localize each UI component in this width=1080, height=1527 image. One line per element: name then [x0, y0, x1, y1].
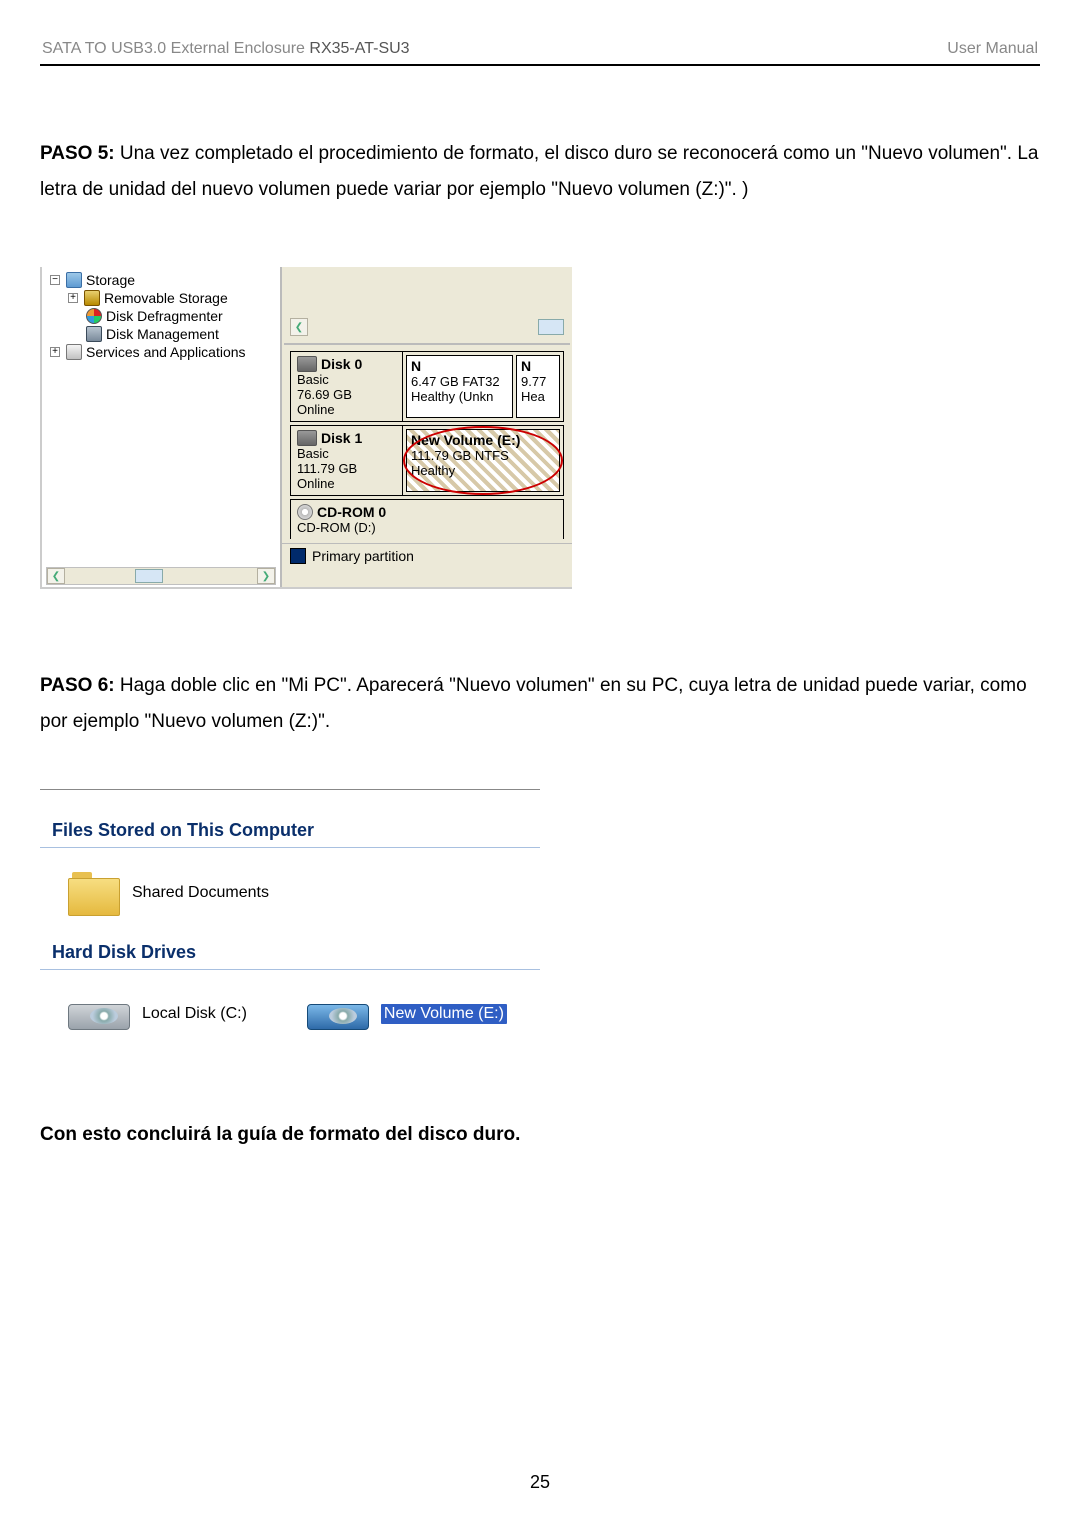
mc-section-hdd: Hard Disk Drives	[40, 938, 540, 970]
disk-management-figure: − Storage + Removable Storage Disk Defra…	[40, 267, 572, 589]
tree-label: Storage	[86, 271, 135, 289]
dm-disk-pane: ❮ Disk 0 Basic 76.69 GB Online N	[280, 267, 572, 587]
hard-drive-icon	[68, 994, 128, 1034]
vol-status: Healthy (Unkn	[411, 389, 508, 404]
disk0-status: Online	[297, 402, 396, 417]
disk1-info: Disk 1 Basic 111.79 GB Online	[291, 426, 403, 495]
tree-node-storage[interactable]: − Storage	[50, 271, 276, 289]
figure-top-rule	[40, 789, 540, 790]
disk1-title: Disk 1	[321, 430, 362, 446]
cdrom-icon	[297, 504, 313, 520]
conclusion-paragraph: Con esto concluirá la guía de formato de…	[40, 1117, 1040, 1153]
cdrom-title: CD-ROM 0	[317, 504, 386, 520]
disk-icon	[297, 430, 317, 446]
my-computer-figure: Files Stored on This Computer Shared Doc…	[40, 816, 540, 1058]
vol-status: Healthy	[411, 463, 555, 478]
disk0-title: Disk 0	[321, 356, 362, 372]
mc-item-local-disk[interactable]: Local Disk (C:)	[68, 994, 247, 1034]
removable-storage-icon	[84, 290, 100, 306]
step6-paragraph: PASO 6: Haga doble clic en "Mi PC". Apar…	[40, 668, 1040, 740]
page-header: SATA TO USB3.0 External Enclosure RX35-A…	[40, 40, 1040, 58]
scroll-left-button[interactable]: ❮	[47, 568, 65, 584]
cdrom-info: CD-ROM 0 CD-ROM (D:)	[291, 500, 403, 539]
scroll-right-button[interactable]: ❯	[257, 568, 275, 584]
disk1-new-volume[interactable]: New Volume (E:) 111.79 GB NTFS Healthy	[406, 429, 560, 492]
legend-swatch-icon	[290, 548, 306, 564]
disk0-vol2[interactable]: N 9.77 Hea	[516, 355, 560, 418]
step6-text: Haga doble clic en "Mi PC". Aparecerá "N…	[40, 675, 1027, 732]
mc-item-shared-docs[interactable]: Shared Documents	[68, 872, 540, 914]
tree-horizontal-scrollbar[interactable]: ❮ ❯	[46, 567, 276, 585]
vol-title: New Volume (E:)	[411, 432, 555, 448]
mc-item-new-volume[interactable]: New Volume (E:)	[307, 994, 507, 1034]
disk1-size: 111.79 GB	[297, 461, 396, 476]
mc-section-files: Files Stored on This Computer	[40, 816, 540, 848]
header-product: SATA TO USB3.0 External Enclosure	[42, 40, 305, 57]
services-icon	[66, 344, 82, 360]
page-number: 25	[0, 1472, 1080, 1493]
tree-node-defrag[interactable]: Disk Defragmenter	[86, 307, 276, 325]
header-left: SATA TO USB3.0 External Enclosure RX35-A…	[42, 40, 410, 58]
tree-node-removable[interactable]: + Removable Storage	[68, 289, 276, 307]
disk0-row: Disk 0 Basic 76.69 GB Online N 6.47 GB F…	[290, 351, 564, 422]
tree-label: Services and Applications	[86, 343, 246, 361]
vol-size: 111.79 GB NTFS	[411, 448, 555, 463]
disk0-vol1[interactable]: N 6.47 GB FAT32 Healthy (Unkn	[406, 355, 513, 418]
header-rule	[40, 64, 1040, 66]
header-right: User Manual	[947, 40, 1038, 58]
vol-size: 9.77	[521, 374, 555, 389]
vol-title: N	[521, 358, 555, 374]
step5-label: PASO 5:	[40, 143, 115, 164]
disk0-type: Basic	[297, 372, 396, 387]
scroll-thumb[interactable]	[135, 569, 163, 583]
tree-node-diskmgmt[interactable]: Disk Management	[86, 325, 276, 343]
header-model: RX35-AT-SU3	[309, 40, 409, 57]
disk-icon	[297, 356, 317, 372]
disk1-type: Basic	[297, 446, 396, 461]
scroll-left-button[interactable]: ❮	[290, 318, 308, 336]
mc-label-shared: Shared Documents	[132, 884, 269, 902]
cdrom-letter: CD-ROM (D:)	[297, 520, 397, 535]
tree-label: Disk Management	[106, 325, 219, 343]
disk-management-icon	[86, 326, 102, 342]
expand-icon[interactable]: +	[68, 293, 78, 303]
tree-node-services[interactable]: + Services and Applications	[50, 343, 276, 361]
disk0-size: 76.69 GB	[297, 387, 396, 402]
dm-horizontal-scrollbar[interactable]: ❮	[290, 317, 564, 337]
disk1-status: Online	[297, 476, 396, 491]
vol-size: 6.47 GB FAT32	[411, 374, 508, 389]
tree-label: Removable Storage	[104, 289, 228, 307]
cdrom-row: CD-ROM 0 CD-ROM (D:)	[290, 499, 564, 539]
folder-icon	[68, 872, 118, 914]
disk1-row: Disk 1 Basic 111.79 GB Online New Volume…	[290, 425, 564, 496]
storage-icon	[66, 272, 82, 288]
mc-label-newvolume: New Volume (E:)	[381, 1004, 507, 1024]
tree-label: Disk Defragmenter	[106, 307, 223, 325]
vol-status: Hea	[521, 389, 555, 404]
conclusion-text: Con esto concluirá la guía de formato de…	[40, 1124, 520, 1145]
defragmenter-icon	[86, 308, 102, 324]
step6-label: PASO 6:	[40, 675, 115, 696]
vol-title: N	[411, 358, 508, 374]
scroll-thumb[interactable]	[538, 319, 564, 335]
mc-label-localdisk: Local Disk (C:)	[142, 1005, 247, 1023]
dm-legend: Primary partition	[282, 543, 572, 568]
disk0-info: Disk 0 Basic 76.69 GB Online	[291, 352, 403, 421]
dm-tree-pane: − Storage + Removable Storage Disk Defra…	[42, 267, 280, 587]
expand-icon[interactable]: +	[50, 347, 60, 357]
step5-paragraph: PASO 5: Una vez completado el procedimie…	[40, 136, 1040, 208]
hard-drive-icon	[307, 994, 367, 1034]
collapse-icon[interactable]: −	[50, 275, 60, 285]
step5-text: Una vez completado el procedimiento de f…	[40, 143, 1039, 200]
legend-label: Primary partition	[312, 548, 414, 564]
